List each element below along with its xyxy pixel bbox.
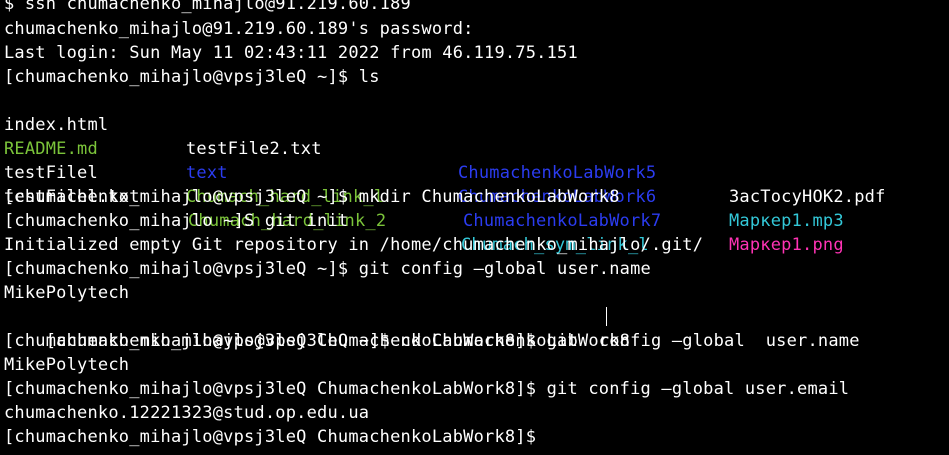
terminal-line-git-init-output: Initialized empty Git repository in /hom…: [4, 233, 703, 257]
shell-prompt: [chumachenko_mihajlo@vpsj3leQ Chumachenk…: [4, 427, 537, 447]
terminal-line-last-login: Last login: Sun May 11 02:43:11 2022 fro…: [4, 41, 578, 65]
ls-output-row: testFilel Chumach_hard_link_l Chumachenk…: [4, 137, 944, 255]
terminal-text: [chumachenko_mihajlo@vpsj3leQ ~]$ git co…: [4, 259, 651, 279]
terminal-line-current-prompt[interactable]: [chumachenko_mihajlo@vpsj3leQ Chumachenk…: [4, 425, 536, 449]
ls-entry: ЗасТосуНОК2.pdf: [729, 187, 886, 207]
ls-entry: Маркер1.mp3: [729, 211, 844, 231]
text-cursor: [606, 307, 607, 326]
terminal-text: MikePolytech: [4, 283, 130, 303]
terminal-line-password-prompt: chumachenko_mihajlo@91.219.60.189's pass…: [4, 17, 474, 41]
terminal-text: MikePolytech: [4, 355, 130, 375]
terminal-line-mkdir-command: [chumachenko_mihajlo@vpsj3leQ ~]$ mkdir …: [4, 185, 620, 209]
ls-entry: ChumachenkoLabWork7: [463, 211, 662, 231]
terminal-line-ssh-command: $ ssh chumachenko_mihajlo@91.219.60.189: [4, 0, 411, 16]
terminal-text: Last login: Sun May 11 02:43:11 2022 fro…: [4, 43, 578, 63]
terminal-text: [chumachenko_mihajlo@vpsj3leQ Chumachenk…: [4, 379, 850, 399]
ls-output-row: testFilel.txt Chumach_hard_link_2 Chumac…: [4, 161, 944, 255]
ls-output-row: README.md text ChumachenkoLabWork6 Марке…: [4, 113, 944, 231]
terminal-line-git-config-email-output: chumachenko.12221323@stud.op.edu.ua: [4, 401, 369, 425]
terminal-line-ls-command: [chumachenko_mihajlo@vpsj3leQ ~]$ ls: [4, 65, 380, 89]
ls-output-row: index.html testFile2.txt ChumachenkoLabW…: [4, 89, 944, 207]
terminal-text: Initialized empty Git repository in /hom…: [4, 235, 704, 255]
terminal-text: [chumachenko_mihajlo@vpsj3leQ Chumachenk…: [4, 331, 860, 351]
terminal-line-git-config-email-command: [chumachenko_mihajlo@vpsj3leQ Chumachenk…: [4, 377, 849, 401]
terminal-line-git-config-name-output: MikePolytech: [4, 281, 129, 305]
terminal-text: [chumachenko_mihajlo@vpsj3leQ ~]$ mkdir …: [4, 187, 620, 207]
terminal-text: [chumachenko_mihajlo ~]S git init: [4, 211, 349, 231]
terminal-text: chumachenko.12221323@stud.op.edu.ua: [4, 403, 370, 423]
terminal-line-git-config-name-output-2: MikePolytech: [4, 353, 129, 377]
terminal-text: $ ssh chumachenko_mihajlo@91.219.60.189: [4, 0, 411, 14]
terminal-line-cd-command: [chumachenko_mihajlo@vpsj3leQ ~]$ cd Chu…: [4, 305, 630, 351]
terminal-text: chumachenko_mihajlo@91.219.60.189's pass…: [4, 19, 474, 39]
ls-entry: Маркер1.png: [729, 235, 844, 255]
terminal-line-git-config-name-command-2: [chumachenko_mihajlo@vpsj3leQ Chumachenk…: [4, 329, 860, 353]
terminal-line-git-config-name-command: [chumachenko_mihajlo@vpsj3leQ ~]$ git co…: [4, 257, 651, 281]
terminal-line-git-init-command: [chumachenko_mihajlo ~]S git init: [4, 209, 348, 233]
terminal-window[interactable]: $ ssh chumachenko_mihajlo@91.219.60.189 …: [0, 0, 949, 455]
terminal-text: [chumachenko_mihajlo@vpsj3leQ ~]$ ls: [4, 67, 380, 87]
